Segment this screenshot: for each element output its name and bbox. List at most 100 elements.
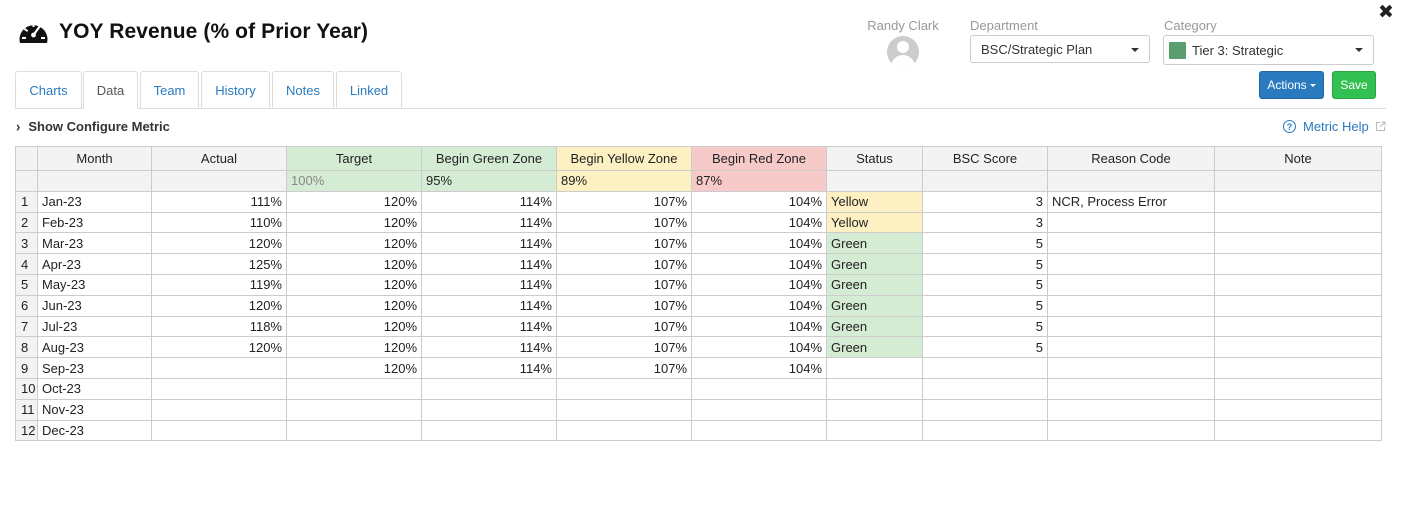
actual-cell[interactable] [151, 377, 287, 400]
month-cell[interactable]: Dec-23 [37, 419, 152, 442]
reason-code-cell[interactable] [1047, 419, 1215, 442]
yellow-zone-cell[interactable]: 107% [556, 232, 692, 255]
actual-cell[interactable]: 120% [151, 336, 287, 359]
actual-cell[interactable]: 118% [151, 315, 287, 338]
yellow-zone-cell[interactable]: 107% [556, 336, 692, 359]
column-header[interactable]: Note [1214, 146, 1382, 171]
red-zone-cell[interactable]: 104% [691, 315, 827, 338]
green-zone-cell[interactable]: 114% [421, 232, 557, 255]
column-header[interactable]: Begin Red Zone [691, 146, 827, 171]
green-zone-cell[interactable] [421, 377, 557, 400]
red-zone-cell[interactable] [691, 398, 827, 421]
actual-cell[interactable]: 111% [151, 190, 287, 213]
reason-code-cell[interactable] [1047, 336, 1215, 359]
show-configure-metric-toggle[interactable]: › Show Configure Metric [16, 118, 170, 135]
target-cell[interactable]: 120% [286, 294, 422, 317]
green-zone-cell[interactable]: 114% [421, 294, 557, 317]
category-select[interactable]: Tier 3: Strategic [1163, 35, 1374, 65]
yellow-zone-cell[interactable] [556, 419, 692, 442]
target-cell[interactable] [286, 377, 422, 400]
reason-code-cell[interactable] [1047, 253, 1215, 275]
target-cell[interactable]: 120% [286, 336, 422, 359]
actual-cell[interactable]: 119% [151, 273, 287, 296]
actual-cell[interactable]: 120% [151, 294, 287, 317]
note-cell[interactable] [1214, 273, 1382, 296]
actual-cell[interactable]: 125% [151, 253, 287, 275]
red-zone-cell[interactable]: 104% [691, 336, 827, 359]
green-zone-cell[interactable]: 114% [421, 190, 557, 213]
green-zone-cell[interactable]: 114% [421, 315, 557, 338]
department-select[interactable]: BSC/Strategic Plan [970, 35, 1150, 63]
column-header[interactable]: Begin Yellow Zone [556, 146, 692, 171]
green-zone-cell[interactable]: 114% [421, 357, 557, 379]
green-zone-cell[interactable]: 114% [421, 211, 557, 234]
target-cell[interactable]: 120% [286, 357, 422, 379]
actual-cell[interactable]: 120% [151, 232, 287, 255]
red-zone-cell[interactable]: 104% [691, 294, 827, 317]
month-cell[interactable]: Jun-23 [37, 294, 152, 317]
month-cell[interactable]: May-23 [37, 273, 152, 296]
note-cell[interactable] [1214, 294, 1382, 317]
zone-target-cell[interactable]: 100% [286, 170, 422, 192]
reason-code-cell[interactable] [1047, 232, 1215, 255]
reason-code-cell[interactable] [1047, 398, 1215, 421]
note-cell[interactable] [1214, 336, 1382, 359]
green-zone-cell[interactable]: 114% [421, 273, 557, 296]
month-cell[interactable]: Jan-23 [37, 190, 152, 213]
month-cell[interactable]: Apr-23 [37, 253, 152, 275]
note-cell[interactable] [1214, 315, 1382, 338]
red-zone-cell[interactable]: 104% [691, 190, 827, 213]
reason-code-cell[interactable] [1047, 294, 1215, 317]
column-header[interactable]: Month [37, 146, 152, 171]
column-header[interactable]: Begin Green Zone [421, 146, 557, 171]
note-cell[interactable] [1214, 190, 1382, 213]
red-zone-cell[interactable]: 104% [691, 232, 827, 255]
red-zone-cell[interactable]: 104% [691, 357, 827, 379]
red-zone-cell[interactable]: 104% [691, 273, 827, 296]
month-cell[interactable]: Jul-23 [37, 315, 152, 338]
red-zone-cell[interactable] [691, 419, 827, 442]
reason-code-cell[interactable] [1047, 211, 1215, 234]
note-cell[interactable] [1214, 377, 1382, 400]
green-zone-cell[interactable] [421, 398, 557, 421]
target-cell[interactable] [286, 398, 422, 421]
target-cell[interactable]: 120% [286, 253, 422, 275]
yellow-zone-cell[interactable]: 107% [556, 211, 692, 234]
column-header[interactable]: Reason Code [1047, 146, 1215, 171]
actual-cell[interactable] [151, 357, 287, 379]
green-zone-cell[interactable] [421, 419, 557, 442]
zone-red-cell[interactable]: 87% [691, 170, 827, 192]
reason-code-cell[interactable] [1047, 377, 1215, 400]
green-zone-cell[interactable]: 114% [421, 336, 557, 359]
zone-green-cell[interactable]: 95% [421, 170, 557, 192]
actual-cell[interactable] [151, 419, 287, 442]
reason-code-cell[interactable] [1047, 357, 1215, 379]
month-cell[interactable]: Sep-23 [37, 357, 152, 379]
month-cell[interactable]: Oct-23 [37, 377, 152, 400]
reason-code-cell[interactable] [1047, 315, 1215, 338]
tab-charts[interactable]: Charts [15, 71, 82, 109]
month-cell[interactable]: Mar-23 [37, 232, 152, 255]
metric-help-link[interactable]: ? Metric Help [1283, 119, 1386, 134]
yellow-zone-cell[interactable]: 107% [556, 273, 692, 296]
month-cell[interactable]: Feb-23 [37, 211, 152, 234]
yellow-zone-cell[interactable]: 107% [556, 294, 692, 317]
red-zone-cell[interactable]: 104% [691, 211, 827, 234]
note-cell[interactable] [1214, 211, 1382, 234]
tab-data[interactable]: Data [83, 71, 138, 109]
column-header[interactable]: BSC Score [922, 146, 1048, 171]
note-cell[interactable] [1214, 253, 1382, 275]
note-cell[interactable] [1214, 419, 1382, 442]
tab-team[interactable]: Team [140, 71, 199, 109]
yellow-zone-cell[interactable] [556, 398, 692, 421]
actual-cell[interactable] [151, 398, 287, 421]
actual-cell[interactable]: 110% [151, 211, 287, 234]
reason-code-cell[interactable]: NCR, Process Error [1047, 190, 1215, 213]
red-zone-cell[interactable]: 104% [691, 253, 827, 275]
tab-history[interactable]: History [201, 71, 270, 109]
column-header[interactable]: Actual [151, 146, 287, 171]
green-zone-cell[interactable]: 114% [421, 253, 557, 275]
target-cell[interactable]: 120% [286, 232, 422, 255]
target-cell[interactable]: 120% [286, 211, 422, 234]
month-cell[interactable]: Aug-23 [37, 336, 152, 359]
